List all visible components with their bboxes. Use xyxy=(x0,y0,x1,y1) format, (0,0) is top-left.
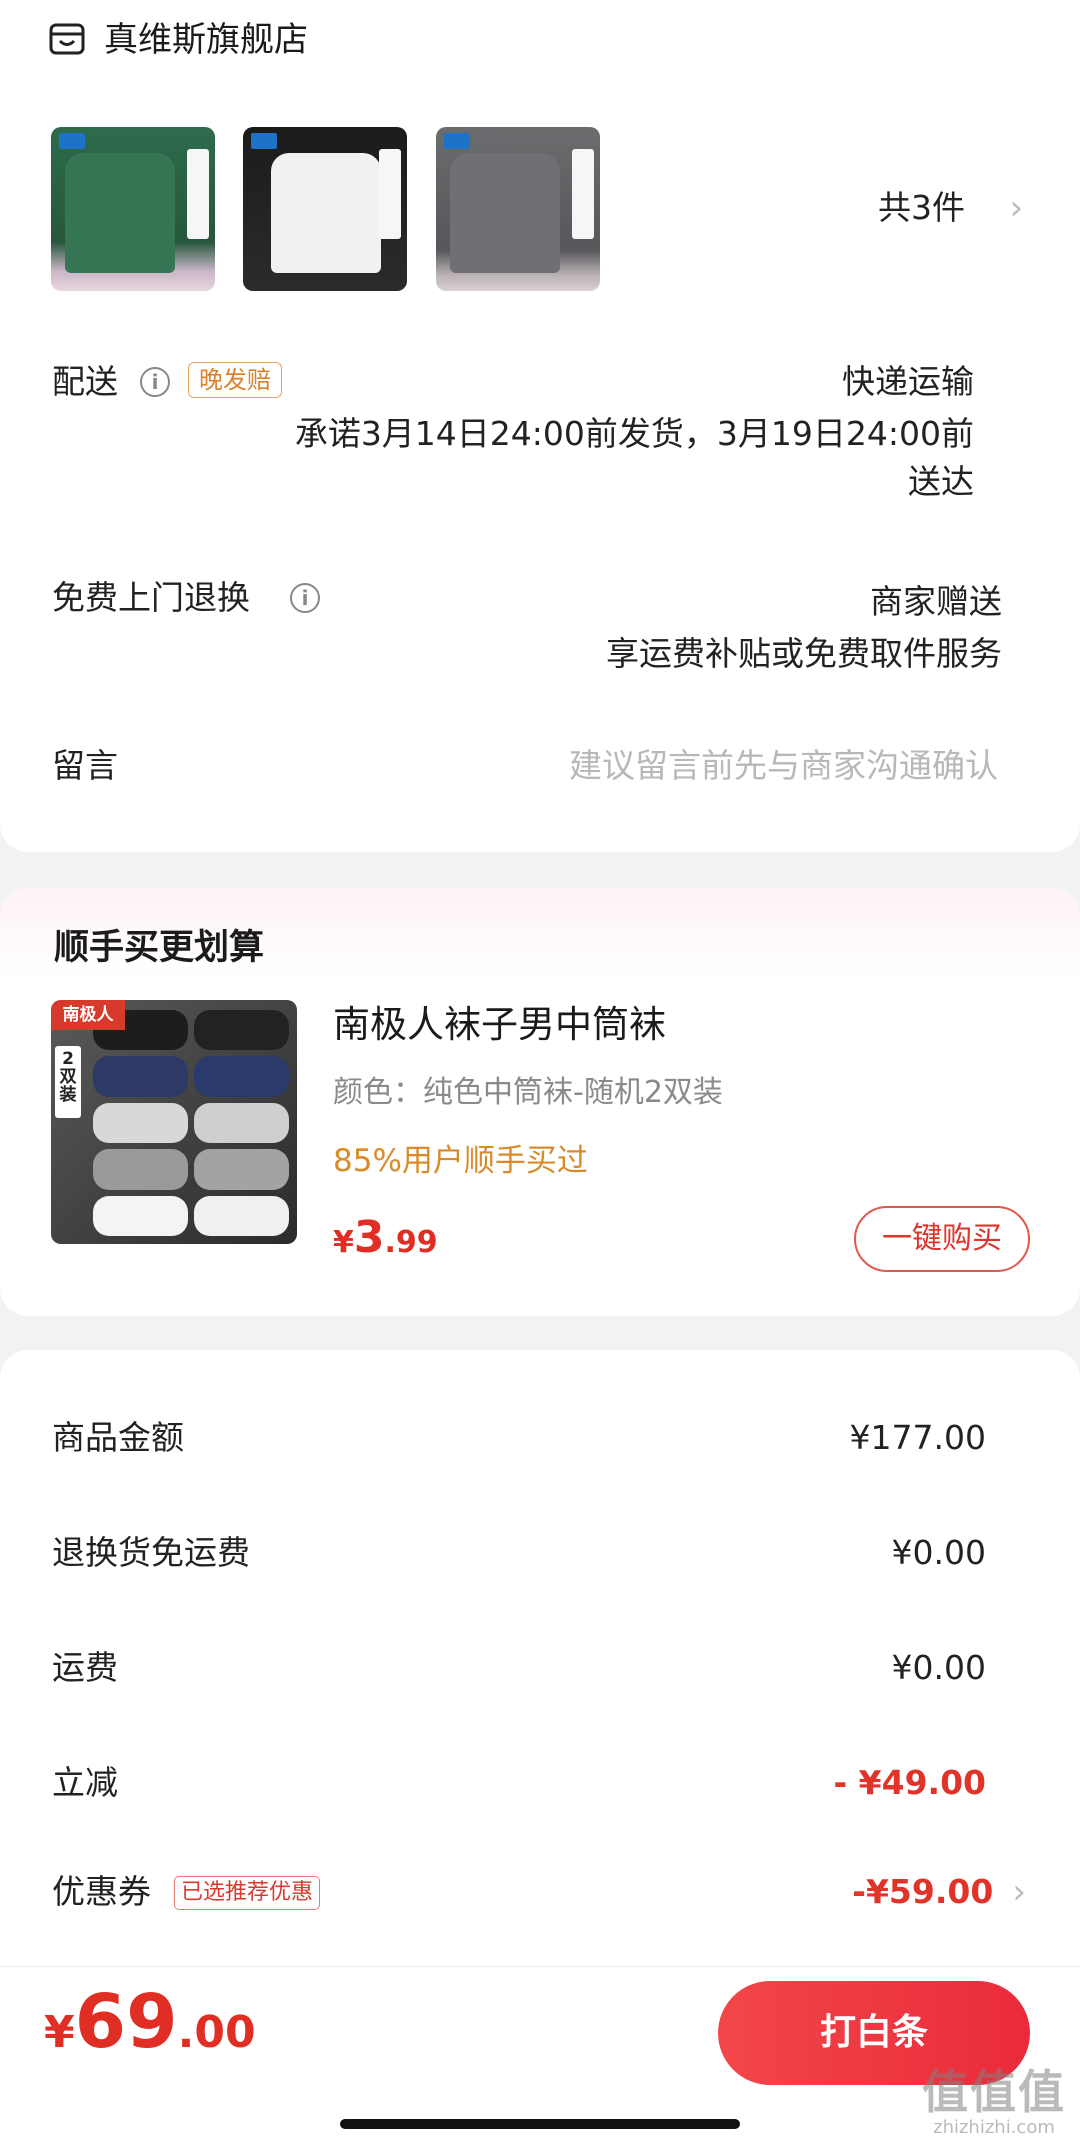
checkout-bar: ¥69.00 打白条 值值值 zhizhizhi.com xyxy=(0,1966,1080,2144)
coupon-selector[interactable]: -¥59.00 › xyxy=(852,1870,1026,1914)
shipping-fee-value: ¥0.00 xyxy=(891,1648,986,1687)
delivery-label: 配送 xyxy=(52,362,118,401)
return-service-desc: 享运费补贴或免费取件服务 xyxy=(606,634,1002,673)
watermark: 值值值 zhizhizhi.com xyxy=(922,2067,1066,2139)
return-service-value: 商家赠送 xyxy=(870,582,1002,621)
message-input[interactable]: 建议留言前先与商家沟通确认 xyxy=(569,744,998,788)
order-info-card: 真维斯旗舰店 共3件 › 配送 i 晚发赔 快递运输 承诺3月14日24:00前… xyxy=(0,0,1080,852)
return-shipping-label: 退换货免运费 xyxy=(52,1533,250,1572)
product-thumbnail-grey[interactable] xyxy=(436,127,600,291)
store-name[interactable]: 真维斯旗舰店 xyxy=(104,18,308,62)
instant-discount-label: 立减 xyxy=(52,1763,118,1802)
price-integer: 3 xyxy=(353,1212,385,1263)
coupon-badge: 已选推荐优惠 xyxy=(174,1876,321,1910)
price-decimal: .99 xyxy=(384,1225,438,1260)
message-label: 留言 xyxy=(52,746,118,785)
bundle-product-spec: 颜色：纯色中筒袜-随机2双装 xyxy=(333,1075,723,1110)
return-service-label: 免费上门退换 xyxy=(52,578,250,617)
info-icon[interactable]: i xyxy=(290,583,320,613)
one-click-buy-button[interactable]: 一键购买 xyxy=(854,1206,1030,1272)
socks-brand-logo: 南极人 xyxy=(51,1000,125,1030)
watermark-url: zhizhizhi.com xyxy=(933,2117,1055,2138)
total-price: ¥69.00 xyxy=(44,1979,256,2065)
item-count[interactable]: 共3件 › xyxy=(878,186,1023,230)
coupon-label: 优惠券 xyxy=(52,1872,151,1911)
watermark-text: 值值值 xyxy=(922,2065,1066,2119)
total-integer: 69 xyxy=(74,1979,178,2065)
bundle-product-price: ¥3.99 xyxy=(333,1208,438,1277)
bundle-product-name[interactable]: 南极人袜子男中筒袜 xyxy=(333,1002,666,1048)
instant-discount-value: - ¥49.00 xyxy=(833,1763,986,1802)
return-shipping-value: ¥0.00 xyxy=(891,1533,986,1572)
product-thumbnail-green[interactable] xyxy=(51,127,215,291)
goods-amount-label: 商品金额 xyxy=(52,1418,184,1457)
bundle-product-note: 85%用户顺手买过 xyxy=(333,1143,588,1179)
item-count-text: 共3件 xyxy=(878,188,965,227)
chevron-right-icon: › xyxy=(1009,188,1024,228)
coupon-value: -¥59.00 xyxy=(852,1872,994,1911)
product-thumbnail-white[interactable] xyxy=(243,127,407,291)
store-icon xyxy=(49,23,85,55)
goods-amount-value: ¥177.00 xyxy=(849,1418,986,1457)
home-indicator[interactable] xyxy=(340,2119,740,2129)
socks-pack-badge: 2双装 xyxy=(55,1046,81,1118)
delivery-promise-line1: 承诺3月14日24:00前发货，3月19日24:00前 xyxy=(294,414,974,453)
chevron-right-icon: › xyxy=(1012,1872,1026,1912)
currency-symbol: ¥ xyxy=(333,1225,354,1260)
shipping-fee-label: 运费 xyxy=(52,1648,118,1687)
late-delivery-badge: 晚发赔 xyxy=(188,362,282,398)
bundle-title: 顺手买更划算 xyxy=(54,928,265,968)
currency-symbol: ¥ xyxy=(44,2007,75,2058)
total-decimal: .00 xyxy=(177,2007,256,2058)
socks-product-image[interactable]: 南极人 2双装 xyxy=(51,1000,297,1244)
info-icon[interactable]: i xyxy=(140,367,170,397)
delivery-promise-line2: 送达 xyxy=(908,462,974,501)
delivery-method: 快递运输 xyxy=(842,362,974,401)
